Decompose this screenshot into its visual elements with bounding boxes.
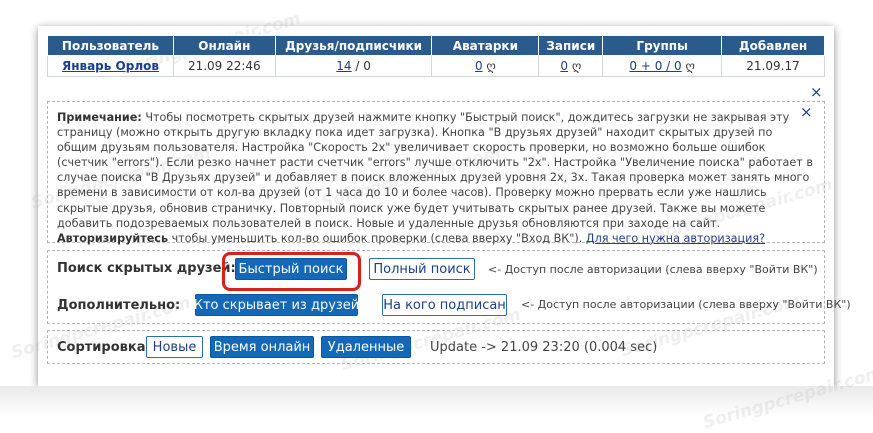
bottom-shade: [0, 386, 873, 417]
cell-user: Январь Орлов: [47, 55, 174, 77]
column-header-online[interactable]: Онлайн: [172, 35, 276, 56]
cell-groups: 0 + 0 / 0 ღ: [602, 55, 723, 77]
close-icon[interactable]: ×: [810, 85, 823, 100]
sort-label: Сортировка:: [57, 340, 151, 355]
cell-friends: 14 / 0: [274, 55, 433, 77]
hidden-from-friends-button[interactable]: Кто скрывает из друзей: [194, 294, 359, 316]
auth-bold: Авторизируйтесь: [57, 231, 169, 245]
column-header-avatars[interactable]: Аватарки: [431, 35, 540, 56]
user-link[interactable]: Январь Орлов: [62, 59, 159, 73]
column-header-added[interactable]: Добавлен: [721, 35, 825, 56]
extra-hint: <- Доступ после авторизации (слева вверх…: [521, 298, 851, 311]
heart-icon: ღ: [486, 59, 496, 73]
note-text: Чтобы посмотреть скрытых друзей нажмите …: [57, 111, 813, 230]
close-icon[interactable]: ×: [800, 105, 813, 120]
extra-label: Дополнительно:: [57, 298, 181, 313]
sort-deleted-button[interactable]: Удаленные: [321, 336, 411, 358]
friends-link[interactable]: 14: [336, 59, 351, 73]
sort-new-button[interactable]: Новые: [146, 336, 203, 358]
search-label: Поиск скрытых друзей:: [57, 261, 236, 276]
note-box: Примечание: Чтобы посмотреть скрытых дру…: [47, 101, 825, 245]
cell-added: 21.09.17: [721, 55, 825, 77]
user-table: Пользователь Онлайн Друзья/подписчики Ав…: [47, 35, 825, 77]
column-header-groups[interactable]: Группы: [602, 35, 723, 56]
column-header-friends[interactable]: Друзья/подписчики: [274, 35, 433, 56]
heart-icon: ღ: [685, 59, 695, 73]
note-label: Примечание:: [57, 111, 142, 124]
sort-online-time-button[interactable]: Время онлайн: [210, 336, 314, 358]
column-header-posts[interactable]: Записи: [538, 35, 604, 56]
posts-link[interactable]: 0: [560, 59, 568, 73]
full-search-button[interactable]: Полный поиск: [369, 258, 475, 280]
table-header-row: Пользователь Онлайн Друзья/подписчики Ав…: [47, 35, 825, 56]
avatars-link[interactable]: 0: [475, 59, 483, 73]
table-row: Январь Орлов 21.09 22:46 14 / 0 0 ღ 0 ღ …: [47, 55, 825, 77]
cell-online: 21.09 22:46: [172, 55, 276, 77]
heart-icon: ღ: [571, 59, 582, 73]
auth-info-link[interactable]: Для чего нужна авторизация?: [586, 232, 765, 245]
subscribed-to-button[interactable]: На кого подписан: [382, 294, 507, 316]
cell-posts: 0 ღ: [538, 55, 604, 77]
highlight-frame: [222, 252, 361, 291]
column-header-user[interactable]: Пользователь: [47, 35, 174, 56]
update-status: Update -> 21.09 23:20 (0.004 sec): [430, 340, 658, 355]
search-hint: <- Доступ после авторизации (слева вверх…: [488, 263, 818, 276]
auth-text: чтобы уменьшить кол-во ошибок проверки (…: [168, 231, 586, 245]
subscribers-count: / 0: [351, 59, 371, 73]
cell-avatars: 0 ღ: [431, 55, 540, 77]
groups-link[interactable]: 0 + 0 / 0: [629, 59, 681, 73]
